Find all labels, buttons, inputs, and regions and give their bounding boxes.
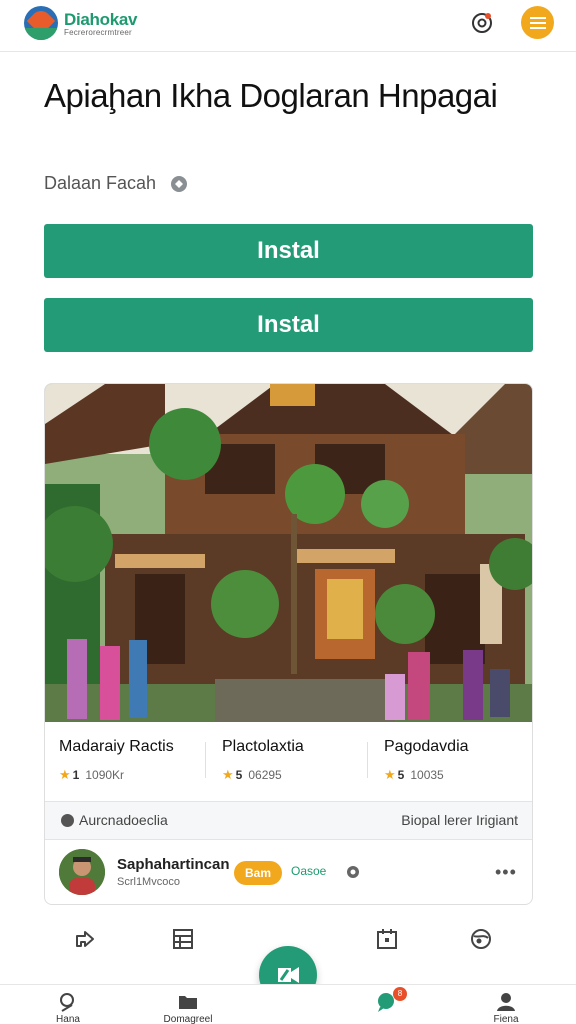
status-badge[interactable]: Bam xyxy=(234,861,282,885)
nav-item-home[interactable]: Hana xyxy=(28,991,108,1024)
user-subtitle: Scrl1Mvcoco xyxy=(117,876,180,888)
stat-meta: ★ 1 1090Kr xyxy=(59,767,125,782)
nav-item-profile[interactable]: Fiena xyxy=(466,991,546,1024)
install-button-primary[interactable]: Instal xyxy=(44,224,533,278)
user-row: Saphahartincan Scrl1Mvcoco Bam Oasoe ••• xyxy=(45,840,532,904)
share-icon[interactable] xyxy=(73,926,99,952)
info-strip: Aurcnadoeclia Biopal lerer Irigiant xyxy=(45,802,532,840)
nav-item-folder[interactable]: Domagreel xyxy=(148,991,228,1024)
nav-item-chat[interactable]: 8 xyxy=(346,987,426,1014)
brand-tagline: Fecrerorecrmtreer xyxy=(64,28,132,37)
brand-name: Diahokav xyxy=(64,10,138,29)
globe-icon[interactable] xyxy=(468,926,494,952)
location-icon xyxy=(61,814,74,827)
notification-icon[interactable] xyxy=(467,8,497,38)
stat-meta: ★ 5 06295 xyxy=(222,767,282,782)
nav-label: Hana xyxy=(56,1014,80,1024)
gear-icon[interactable] xyxy=(345,864,361,880)
profile-icon xyxy=(497,993,515,1011)
nav-label: Domagreel xyxy=(163,1014,213,1024)
divider xyxy=(367,742,368,778)
folder-icon xyxy=(179,996,197,1009)
page-subtitle: Dalaan Facah xyxy=(44,173,157,193)
nav-label: Fiena xyxy=(493,1014,519,1024)
search-icon xyxy=(60,993,74,1012)
bottom-nav: Hana Domagreel 8 Fiena xyxy=(0,984,576,1024)
stat-name: Pagodavdia xyxy=(384,738,469,755)
avatar[interactable] xyxy=(59,849,105,895)
stat-meta: ★ 5 10035 xyxy=(384,767,444,782)
stat-name: Madaraiy Ractis xyxy=(59,738,174,755)
stat-name: Plactolaxtia xyxy=(222,738,304,755)
star-icon: ★ xyxy=(222,767,234,782)
list-icon[interactable] xyxy=(170,926,196,952)
calendar-icon[interactable] xyxy=(374,926,400,952)
place-card[interactable]: Madaraiy Ractis ★ 1 1090Kr Plactolaxtia ★ 5… xyxy=(44,383,533,905)
stats-row: Madaraiy Ractis ★ 1 1090Kr Plactolaxtia ★ 5… xyxy=(45,722,532,802)
star-icon: ★ xyxy=(59,767,71,782)
page-title: Apiaḩan Ikha Doglaran Hnpagai xyxy=(44,77,498,114)
user-link[interactable]: Oasoe xyxy=(291,864,326,878)
location-label[interactable]: Aurcnadoeclia xyxy=(61,812,168,828)
top-bar: Diahokav Fecrerorecrmtreer xyxy=(0,0,576,52)
notification-badge: 8 xyxy=(393,987,407,1001)
star-icon: ★ xyxy=(384,767,396,782)
install-button-secondary[interactable]: Instal xyxy=(44,298,533,352)
menu-icon[interactable] xyxy=(521,6,554,39)
divider xyxy=(205,742,206,778)
village-house-photo xyxy=(45,384,532,722)
more-options-icon[interactable]: ••• xyxy=(495,862,517,883)
app-logo[interactable] xyxy=(24,6,58,40)
user-name[interactable]: Saphahartincan xyxy=(117,856,230,873)
strip-link[interactable]: Biopal lerer Irigiant xyxy=(401,812,518,828)
info-icon[interactable] xyxy=(169,174,189,194)
